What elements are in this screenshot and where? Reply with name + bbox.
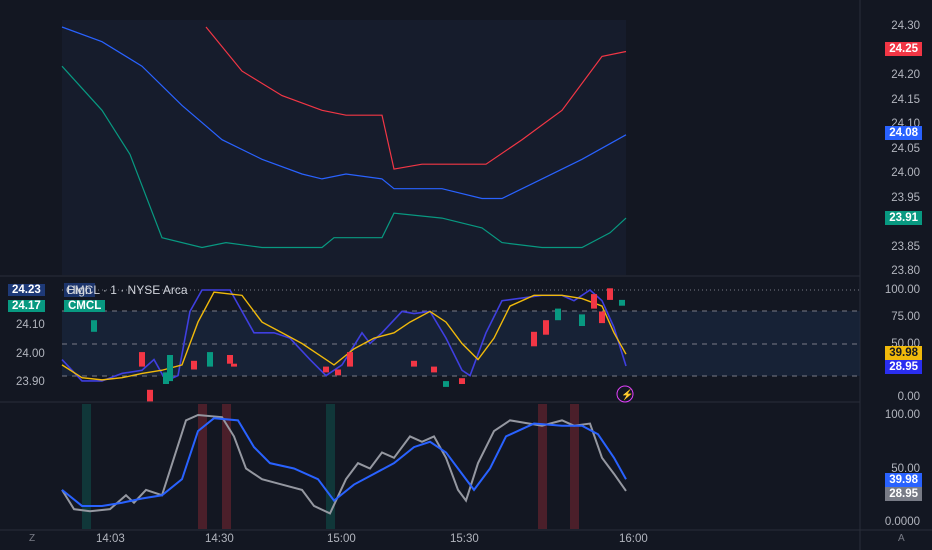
- stoch-k-tag: 28.95: [885, 360, 922, 374]
- candle: [591, 294, 597, 309]
- price-tick: 24.05: [891, 142, 920, 155]
- bottom-tick: 0.0000: [884, 516, 920, 528]
- symbol-title[interactable]: CMCL · 1 · NYSE Arca: [66, 283, 188, 297]
- candle: [431, 366, 437, 373]
- candle: [147, 389, 153, 402]
- price-tick: 24.20: [891, 69, 920, 81]
- mid-left-tick: 24.00: [16, 348, 45, 360]
- candle: [191, 360, 197, 370]
- bottom-gray-tag: 28.95: [885, 487, 922, 501]
- high-price-tag: 24.23: [8, 284, 45, 296]
- session-band: [538, 404, 547, 529]
- session-band: [198, 404, 207, 529]
- price-tick: 24.00: [891, 167, 920, 179]
- timezone-button[interactable]: Z: [29, 533, 35, 544]
- session-band: [570, 404, 579, 529]
- price-tick: 23.95: [891, 191, 920, 204]
- price-tick: 24.15: [891, 93, 920, 106]
- candle: [531, 331, 537, 347]
- mid-right-tick: 75.00: [891, 311, 920, 323]
- last-price-tag: 24.17: [8, 300, 45, 312]
- price-tick: 23.80: [891, 265, 920, 277]
- ticker-label: CMCL: [64, 300, 106, 312]
- candle: [323, 366, 329, 373]
- lightning-glyph: ⚡: [621, 388, 633, 401]
- candle: [231, 363, 237, 367]
- mid-right-tick: 0.00: [897, 391, 920, 403]
- price-tick: 24.30: [891, 20, 920, 32]
- bottom-blue-tag: 39.98: [885, 473, 922, 487]
- band-fill: [62, 20, 626, 275]
- price-tick: 23.85: [891, 240, 920, 253]
- bottom-tick: 100.00: [884, 409, 920, 421]
- middle-band-tag: 24.08: [885, 126, 922, 140]
- candle: [607, 288, 613, 300]
- mid-left-tick: 24.10: [16, 319, 45, 331]
- time-tick: 15:00: [327, 533, 356, 545]
- time-tick: 16:00: [619, 533, 648, 545]
- stoch-d-tag: 39.98: [885, 346, 922, 360]
- candle: [619, 299, 625, 306]
- time-tick: 15:30: [450, 533, 479, 545]
- candle: [411, 360, 417, 367]
- auto-scale-button[interactable]: A: [898, 533, 905, 544]
- lower-band-tag: 23.91: [885, 211, 922, 225]
- time-tick: 14:30: [205, 533, 234, 545]
- upper-band-tag: 24.25: [885, 42, 922, 56]
- mid-left-tick: 23.90: [16, 376, 45, 388]
- chart-canvas[interactable]: ⚡: [0, 0, 932, 550]
- time-tick: 14:03: [96, 533, 125, 545]
- mid-right-tick: 100.00: [884, 284, 920, 296]
- candle: [335, 369, 341, 376]
